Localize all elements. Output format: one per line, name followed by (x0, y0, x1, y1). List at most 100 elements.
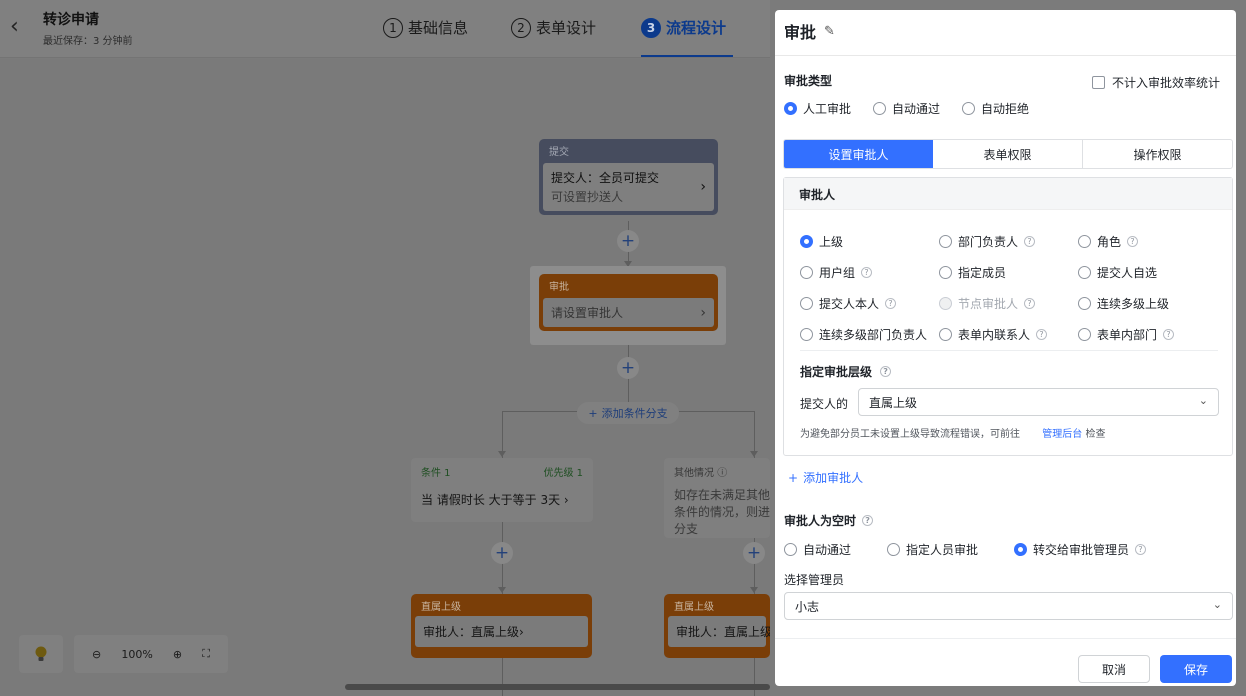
node-approver: 审批人：直属上级 (676, 625, 770, 639)
horizontal-scrollbar[interactable] (345, 684, 770, 690)
plus-icon: + (788, 470, 799, 485)
hint-text: 为避免部分员工未设置上级导致流程错误，可前往 (800, 429, 1020, 440)
node-title: 直属上级 (421, 602, 461, 613)
radio-dot (962, 102, 976, 115)
approval-settings-drawer: 审批 ✎ 审批类型 不计入审批效率统计 人工审批 自动通过 自动拒绝 设置审批人… (775, 10, 1236, 686)
help-icon[interactable]: ? (1127, 236, 1139, 247)
radio-dot (800, 266, 813, 279)
edit-icon[interactable]: ✎ (824, 24, 835, 39)
radio-submitter-self[interactable]: 提交人本人? (800, 295, 939, 312)
approver-node[interactable]: 直属上级 审批人：直属上级 (664, 594, 770, 658)
radio-role[interactable]: 角色? (1078, 233, 1217, 250)
divider (775, 55, 1236, 56)
manager-select[interactable]: 小志 ⌄ (784, 592, 1233, 620)
add-node-button[interactable]: + (617, 230, 639, 252)
admin-console-link[interactable]: 管理后台 (1042, 429, 1082, 440)
radio-empty-auto-pass[interactable]: 自动通过 (784, 541, 851, 558)
help-icon[interactable]: ? (861, 267, 873, 278)
cancel-button[interactable]: 取消 (1078, 655, 1150, 683)
radio-user-group[interactable]: 用户组? (800, 264, 939, 281)
tab-set-approver[interactable]: 设置审批人 (784, 140, 933, 168)
radio-manual[interactable]: 人工审批 (784, 100, 851, 117)
radio-multi-level-dept-head[interactable]: 连续多级部门负责人 (800, 326, 939, 343)
radio-auto-pass[interactable]: 自动通过 (873, 100, 940, 117)
approval-level-label: 指定审批层级 (800, 365, 873, 379)
help-icon[interactable]: ? (862, 515, 874, 526)
radio-dot (887, 543, 901, 556)
radio-label: 指定人员审批 (906, 543, 979, 557)
radio-empty-admin[interactable]: 转交给审批管理员? (1014, 541, 1147, 558)
fit-screen-icon[interactable]: ⛶ (202, 647, 210, 661)
condition-text: 如存在未满足其他分支条件的情况，则进入此分支 (674, 488, 770, 536)
condition-priority: 优先级 1 (543, 468, 583, 479)
connector-arrow (498, 451, 506, 457)
add-node-button[interactable]: + (617, 357, 639, 379)
radio-form-contact[interactable]: 表单内联系人? (939, 326, 1078, 343)
add-approver-button[interactable]: + 添加审批人 (788, 469, 863, 486)
radio-label: 人工审批 (803, 102, 852, 116)
step-basic-info[interactable]: 1 基础信息 (383, 17, 468, 38)
radio-dot (784, 543, 797, 556)
radio-dot (784, 102, 797, 115)
add-approver-label: 添加审批人 (803, 471, 864, 485)
radio-specific-member[interactable]: 指定成员 (939, 264, 1078, 281)
radio-label: 自动通过 (803, 543, 852, 557)
add-branch-button[interactable]: + 添加条件分支 (577, 402, 679, 424)
radio-label: 转交给审批管理员 (1033, 543, 1130, 557)
exclude-efficiency-checkbox[interactable]: 不计入审批效率统计 (1092, 74, 1220, 91)
node-approver: 请设置审批人 (551, 306, 624, 320)
chevron-right-icon: › (700, 304, 706, 321)
chevron-right-icon: › (563, 493, 569, 507)
help-icon[interactable]: ? (1163, 329, 1175, 340)
radio-dot (800, 297, 813, 310)
help-icon[interactable]: ? (885, 298, 897, 309)
approve-node[interactable]: 审批 请设置审批人 › (539, 274, 718, 331)
tab-form-permission[interactable]: 表单权限 (933, 140, 1083, 168)
connector (754, 658, 755, 696)
help-icon[interactable]: ? (1024, 298, 1036, 309)
radio-label: 连续多级上级 (1097, 297, 1170, 311)
zoom-in-icon[interactable]: ⊕ (173, 648, 182, 661)
chevron-down-icon: ⌄ (1198, 394, 1208, 407)
approval-level-select[interactable]: 直属上级 ⌄ (858, 388, 1219, 416)
radio-dot (939, 235, 952, 248)
radio-label: 上级 (819, 235, 844, 249)
add-node-button[interactable]: + (491, 542, 513, 564)
help-icon[interactable]: ? (880, 366, 892, 377)
flow-canvas[interactable]: + + + + 提交 提交人：全员可提交 可设置抄送人 › 审批 请设置审批人 … (0, 59, 770, 696)
zoom-out-icon[interactable]: ⊖ (92, 648, 101, 661)
condition-text: 当 请假时长 大于等于 3天 (421, 493, 561, 507)
radio-label: 提交人自选 (1097, 266, 1158, 280)
submit-node[interactable]: 提交 提交人：全员可提交 可设置抄送人 › (539, 139, 718, 215)
connector (679, 411, 754, 412)
chevron-right-icon: › (700, 179, 706, 195)
radio-superior[interactable]: 上级 (800, 233, 939, 250)
active-step-indicator (641, 55, 733, 57)
help-icon[interactable]: ? (1135, 544, 1147, 555)
empty-approver-label: 审批人为空时 (784, 514, 857, 528)
empty-approver-options: 自动通过 指定人员审批 转交给审批管理员? (784, 541, 1147, 558)
radio-submitter-choose[interactable]: 提交人自选 (1078, 264, 1217, 281)
add-node-button[interactable]: + (743, 542, 765, 564)
approver-node[interactable]: 直属上级 审批人：直属上级› (411, 594, 592, 658)
step-form-design[interactable]: 2 表单设计 (511, 17, 596, 38)
radio-empty-specific[interactable]: 指定人员审批 (887, 541, 978, 558)
condition-card[interactable]: 条件 1 优先级 1 当 请假时长 大于等于 3天 › (411, 458, 593, 522)
help-icon[interactable]: ? (1024, 236, 1036, 247)
chevron-left-icon[interactable]: ‹ (10, 16, 19, 38)
step-flow-design[interactable]: 3 流程设计 (641, 17, 726, 38)
radio-form-department[interactable]: 表单内部门? (1078, 326, 1217, 343)
tab-operation-permission[interactable]: 操作权限 (1083, 140, 1232, 168)
node-title: 审批 (549, 282, 569, 293)
radio-multi-level-superior[interactable]: 连续多级上级 (1078, 295, 1217, 312)
default-condition-card[interactable]: 其他情况 ⓘ 如存在未满足其他分支条件的情况，则进入此分支 (664, 458, 770, 538)
radio-dot (939, 266, 952, 279)
radio-dept-head[interactable]: 部门负责人? (939, 233, 1078, 250)
radio-auto-reject[interactable]: 自动拒绝 (962, 100, 1029, 117)
tips-button[interactable] (19, 635, 63, 673)
top-bar: ‹ 转诊申请 最近保存：3 分钟前 1 基础信息 2 表单设计 3 流程设计 (0, 0, 770, 58)
select-manager-label: 选择管理员 (784, 573, 845, 587)
help-icon[interactable]: ? (1036, 329, 1048, 340)
drawer-title: 审批 (784, 23, 817, 42)
save-button[interactable]: 保存 (1160, 655, 1232, 683)
